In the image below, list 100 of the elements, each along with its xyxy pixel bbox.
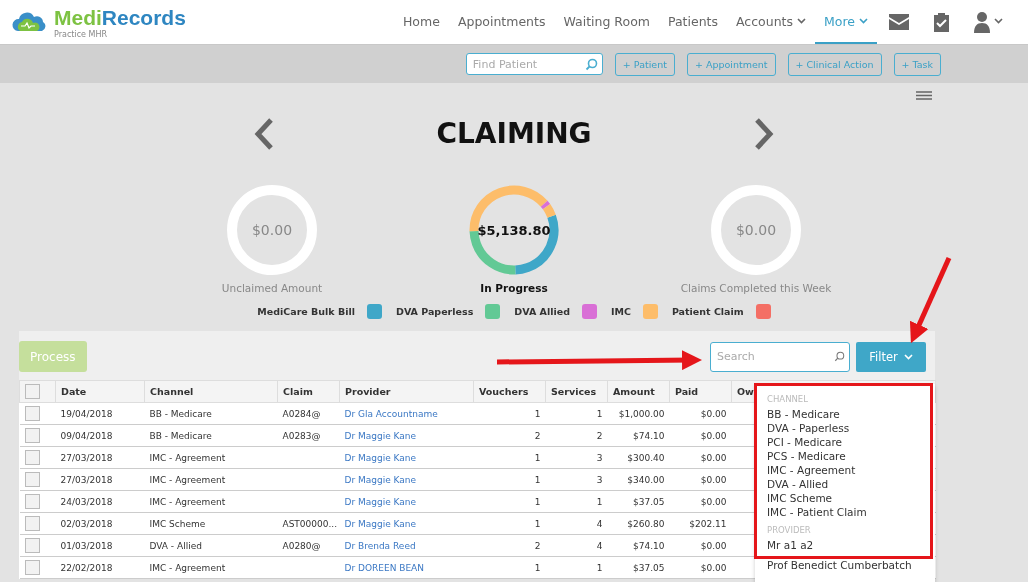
select-all-checkbox[interactable]	[25, 384, 40, 399]
provider-link[interactable]: Dr Maggie Kane	[344, 496, 417, 507]
find-patient-input[interactable]: Find Patient	[470, 56, 585, 72]
column-header[interactable]: Claim	[277, 380, 340, 403]
table-cell: $0.00	[700, 474, 727, 485]
table-cell: A0283@	[282, 430, 321, 441]
row-checkbox[interactable]	[24, 450, 40, 465]
search-icon	[584, 57, 598, 71]
provider-link[interactable]: Dr Brenda Reed	[344, 540, 416, 551]
nav-item[interactable]: Patients	[658, 0, 727, 44]
table-cell: IMC Scheme	[149, 518, 206, 529]
table-cell: 3	[596, 452, 603, 463]
table-cell: $0.00	[700, 562, 727, 573]
column-header[interactable]: Services	[545, 380, 608, 403]
table-cell: IMC - Agreement	[149, 474, 226, 485]
nav-item[interactable]: Waiting Room	[554, 0, 659, 44]
column-header[interactable]: Amount	[607, 380, 670, 403]
menu-item[interactable]: PCS - Medicare	[767, 449, 846, 463]
table-cell: $0.00	[700, 540, 727, 551]
provider-link[interactable]: Dr Maggie Kane	[344, 452, 417, 463]
table-cell: 1	[596, 496, 603, 507]
search-icon	[834, 350, 845, 363]
table-cell: 1	[534, 562, 541, 573]
table-cell: 19/04/2018	[60, 408, 113, 419]
menu-item[interactable]: Prof Benedict Cumberbatch	[767, 558, 912, 572]
table-cell: $202.11	[689, 518, 727, 529]
menu-item[interactable]: IMC - Patient Claim	[767, 505, 867, 519]
provider-link[interactable]: Dr DOREEN BEAN	[344, 562, 424, 573]
table-cell: $74.10	[633, 430, 665, 441]
table-cell: 2	[596, 430, 603, 441]
nav-item[interactable]: Accounts	[727, 0, 815, 44]
table-cell: $0.00	[700, 430, 727, 441]
table-cell: 27/03/2018	[60, 474, 113, 485]
nav-item[interactable]: Home	[393, 0, 449, 44]
search-input[interactable]: Search	[715, 349, 834, 364]
brand-subtitle: Practice MHR	[54, 29, 108, 39]
row-checkbox[interactable]	[24, 494, 40, 509]
table-cell: $300.40	[627, 452, 665, 463]
row-checkbox[interactable]	[24, 538, 40, 553]
legend-label: MediCare Bulk Bill	[257, 306, 355, 317]
summary-label: Claims Completed this Week	[680, 282, 832, 294]
column-header[interactable]: Vouchers	[473, 380, 546, 403]
nav-item[interactable]: Appointments	[448, 0, 555, 44]
legend-label: Patient Claim	[671, 306, 744, 317]
menu-item[interactable]: IMC Scheme	[767, 491, 833, 505]
column-header[interactable]: Paid	[669, 380, 732, 403]
legend-label: DVA Allied	[514, 306, 570, 317]
menu-item[interactable]: BB - Medicare	[767, 407, 840, 421]
summary-amount: $0.00	[735, 222, 777, 238]
row-checkbox[interactable]	[24, 406, 40, 421]
table-cell: 02/03/2018	[60, 518, 113, 529]
table-cell: 4	[596, 540, 603, 551]
summary-label: In Progress	[480, 282, 548, 294]
brand-name: MediRecords	[54, 5, 186, 30]
table-cell: $1,000.00	[618, 408, 665, 419]
menu-item[interactable]: IMC - Agreement	[767, 463, 856, 477]
table-cell: IMC - Agreement	[149, 452, 226, 463]
row-checkbox[interactable]	[24, 516, 40, 531]
provider-link[interactable]: Dr Maggie Kane	[344, 430, 417, 441]
menu-item[interactable]: PCI - Medicare	[767, 435, 843, 449]
row-checkbox[interactable]	[24, 428, 40, 443]
table-cell: $0.00	[700, 452, 727, 463]
table-cell: AST00000...	[282, 518, 338, 529]
provider-link[interactable]: Dr Gla Accountname	[344, 408, 438, 419]
menu-item[interactable]: DVA - Allied	[767, 477, 829, 491]
cloud-logo-icon	[12, 11, 48, 33]
legend-label: IMC	[610, 306, 631, 317]
table-cell: $37.05	[633, 496, 665, 507]
table-cell: 01/03/2018	[60, 540, 113, 551]
menu-item[interactable]: DVA - Paperless	[767, 421, 850, 435]
chevron-down-icon	[903, 353, 913, 360]
table-cell: A0280@	[282, 540, 321, 551]
provider-link[interactable]: Dr Maggie Kane	[344, 518, 417, 529]
row-checkbox[interactable]	[24, 472, 40, 487]
search-field[interactable]: Search	[710, 341, 850, 372]
table-cell: 2	[534, 430, 541, 441]
column-header[interactable]: Date	[55, 380, 145, 403]
table-cell: $0.00	[700, 408, 727, 419]
table-cell: 1	[534, 474, 541, 485]
table-cell: IMC - Agreement	[149, 496, 226, 507]
table-cell: DVA - Allied	[149, 540, 202, 551]
menu-section-heading: PROVIDER	[767, 525, 811, 535]
table-cell: 1	[596, 408, 603, 419]
summary-amount: $0.00	[251, 222, 293, 238]
menu-icon[interactable]	[916, 91, 932, 100]
table-cell: 09/04/2018	[60, 430, 113, 441]
row-checkbox[interactable]	[24, 560, 40, 575]
summary-label: Unclaimed Amount	[221, 282, 323, 294]
column-header[interactable]: Channel	[144, 380, 278, 403]
find-patient-field[interactable]: Find Patient	[465, 53, 603, 75]
table-cell: 3	[596, 474, 603, 485]
table-cell: $340.00	[627, 474, 665, 485]
table-cell: 1	[596, 562, 603, 573]
column-header[interactable]: Provider	[339, 380, 474, 403]
table-cell: IMC - Agreement	[149, 562, 226, 573]
table-cell: A0284@	[282, 408, 321, 419]
table-cell: 1	[534, 496, 541, 507]
table-cell: 2	[534, 540, 541, 551]
provider-link[interactable]: Dr Maggie Kane	[344, 474, 417, 485]
menu-item[interactable]: Mr a1 a2	[767, 538, 814, 552]
